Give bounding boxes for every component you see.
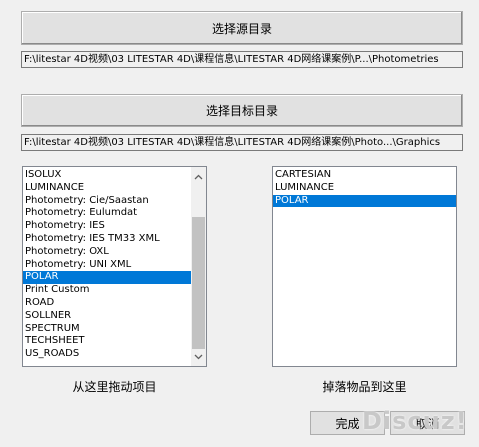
target-list-items: CARTESIAN LUMINANCE POLAR [273, 169, 456, 208]
select-source-button[interactable]: 选择源目录 [21, 11, 463, 45]
list-item[interactable]: CARTESIAN [273, 169, 456, 182]
list-item[interactable]: ISOLUX [23, 169, 191, 182]
source-path-field: F:\litestar 4D视频\03 LITESTAR 4D\课程信息\LIT… [21, 51, 463, 68]
list-item[interactable]: Print Custom [23, 284, 191, 297]
chevron-down-icon [194, 354, 203, 359]
scroll-thumb[interactable] [192, 217, 205, 349]
list-item[interactable]: US_ROADS [23, 348, 191, 361]
target-path-field: F:\litestar 4D视频\03 LITESTAR 4D\课程信息\LIT… [21, 134, 463, 151]
list-item[interactable]: POLAR [23, 271, 191, 285]
list-item[interactable]: Photometry: OXL [23, 246, 191, 259]
select-target-button[interactable]: 选择目标目录 [21, 94, 463, 127]
list-item[interactable]: TECHSHEET [23, 335, 191, 348]
list-item[interactable]: LUMINANCE [23, 182, 191, 195]
source-list[interactable]: ISOLUX LUMINANCE Photometry: Cie/Saastan Ph… [22, 166, 207, 367]
chevron-up-icon [194, 174, 203, 179]
source-list-scrollbar[interactable] [191, 167, 206, 366]
discuz-watermark: Discuz! [362, 407, 468, 435]
list-item[interactable]: SPECTRUM [23, 323, 191, 336]
list-item[interactable]: Photometry: UNI XML [23, 259, 191, 272]
list-item[interactable]: Photometry: Eulumdat [23, 207, 191, 220]
list-item[interactable]: SOLLNER [23, 310, 191, 323]
list-item[interactable]: LUMINANCE [273, 182, 456, 195]
source-caption: 从这里拖动项目 [72, 380, 157, 394]
source-list-items: ISOLUX LUMINANCE Photometry: Cie/Saastan Ph… [23, 169, 191, 361]
scroll-down-button[interactable] [191, 349, 206, 364]
scroll-up-button[interactable] [191, 169, 206, 184]
list-item[interactable]: Photometry: Cie/Saastan [23, 195, 191, 208]
target-caption: 掉落物品到这里 [322, 380, 407, 394]
list-item[interactable]: Photometry: IES TM33 XML [23, 233, 191, 246]
list-item[interactable]: POLAR [273, 194, 456, 208]
target-list[interactable]: CARTESIAN LUMINANCE POLAR [272, 166, 457, 367]
list-item[interactable]: ROAD [23, 297, 191, 310]
list-item[interactable]: Photometry: IES [23, 220, 191, 233]
